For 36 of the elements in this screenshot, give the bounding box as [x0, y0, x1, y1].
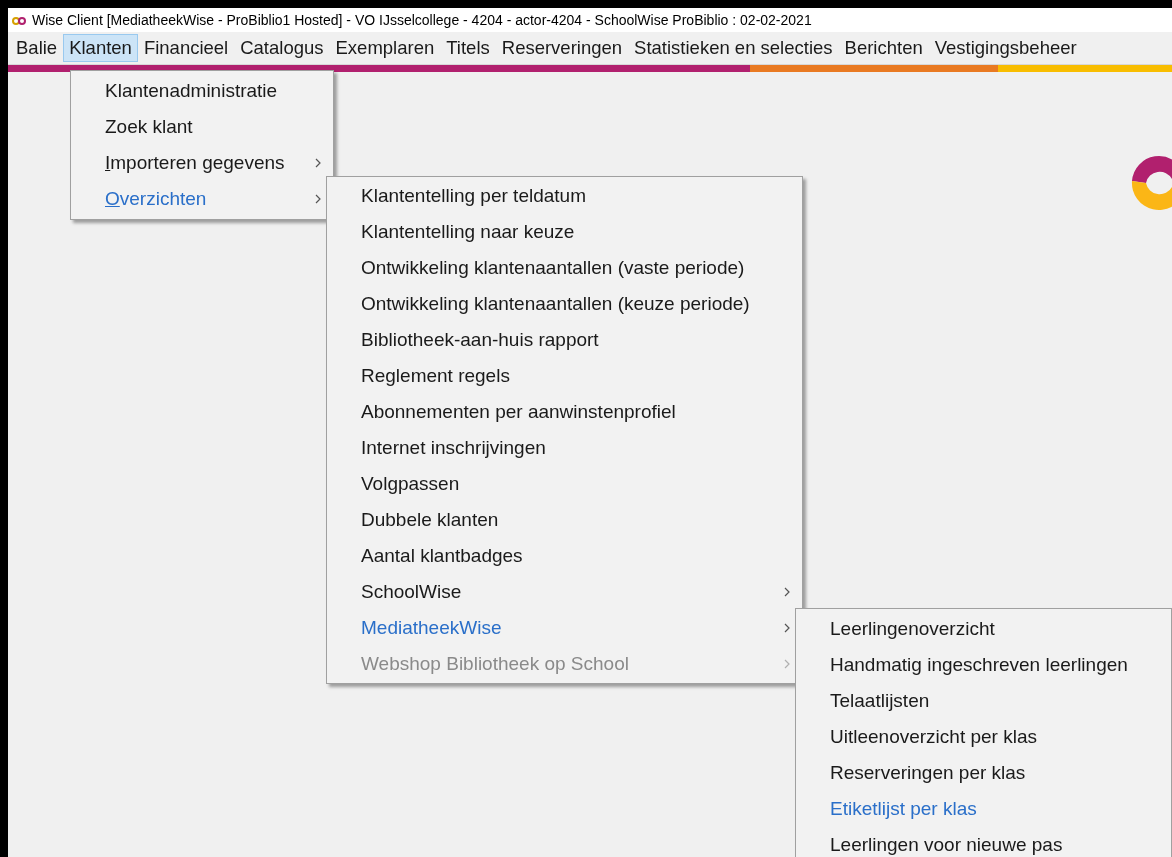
menu-bar-item[interactable]: Exemplaren — [329, 34, 441, 62]
menu-item[interactable]: Volgpassen — [327, 466, 802, 502]
menu-bar-item[interactable]: Statistieken en selecties — [628, 34, 839, 62]
menu-item[interactable]: Dubbele klanten — [327, 502, 802, 538]
menu-item[interactable]: Leerlingen voor nieuwe pas — [796, 827, 1171, 857]
menu-bar-item[interactable]: Titels — [440, 34, 496, 62]
menu-item[interactable]: Etiketlijst per klas — [796, 791, 1171, 827]
menu-item[interactable]: Abonnementen per aanwinstenprofiel — [327, 394, 802, 430]
menu-item[interactable]: Uitleenoverzicht per klas — [796, 719, 1171, 755]
window-title: Wise Client [MediatheekWise - ProBiblio1 Hosted] - VO IJsselcollege - 4204 - actor-4204 - SchoolWise ProBiblio : 02-02-2021 — [32, 10, 812, 30]
menu-item[interactable]: Reserveringen per klas — [796, 755, 1171, 791]
menu-item[interactable]: Telaatlijsten — [796, 683, 1171, 719]
menu-item[interactable]: Aantal klantbadges — [327, 538, 802, 574]
menu-bar-item[interactable]: Catalogus — [234, 34, 330, 62]
chevron-right-icon — [784, 623, 790, 633]
chevron-right-icon — [784, 587, 790, 597]
chevron-right-icon — [315, 194, 321, 204]
menu-item[interactable]: SchoolWise — [327, 574, 802, 610]
menu-item[interactable]: Zoek klant — [71, 109, 333, 145]
menu-item[interactable]: Ontwikkeling klantenaantallen (keuze periode) — [327, 286, 802, 322]
app-logo-icon — [12, 15, 26, 25]
menu-bar-item[interactable]: Berichten — [838, 34, 929, 62]
menu-item[interactable]: Importeren gegevens — [71, 145, 333, 181]
menu-item[interactable]: Ontwikkeling klantenaantallen (vaste periode) — [327, 250, 802, 286]
menu-bar-item[interactable]: Klanten — [63, 34, 138, 62]
menu-item[interactable]: Internet inschrijvingen — [327, 430, 802, 466]
chevron-right-icon — [784, 659, 790, 669]
menu-item[interactable]: Reglement regels — [327, 358, 802, 394]
menu-bar-item[interactable]: Vestigingsbeheer — [928, 34, 1083, 62]
menu-item[interactable]: Bibliotheek-aan-huis rapport — [327, 322, 802, 358]
menu-bar-item[interactable]: Reserveringen — [495, 34, 629, 62]
menu-bar-item[interactable]: Balie — [10, 34, 64, 62]
chevron-right-icon — [315, 158, 321, 168]
menu-item[interactable]: Klantenadministratie — [71, 73, 333, 109]
menu-bar-item[interactable]: Financieel — [137, 34, 235, 62]
menu-item[interactable]: Klantentelling naar keuze — [327, 214, 802, 250]
